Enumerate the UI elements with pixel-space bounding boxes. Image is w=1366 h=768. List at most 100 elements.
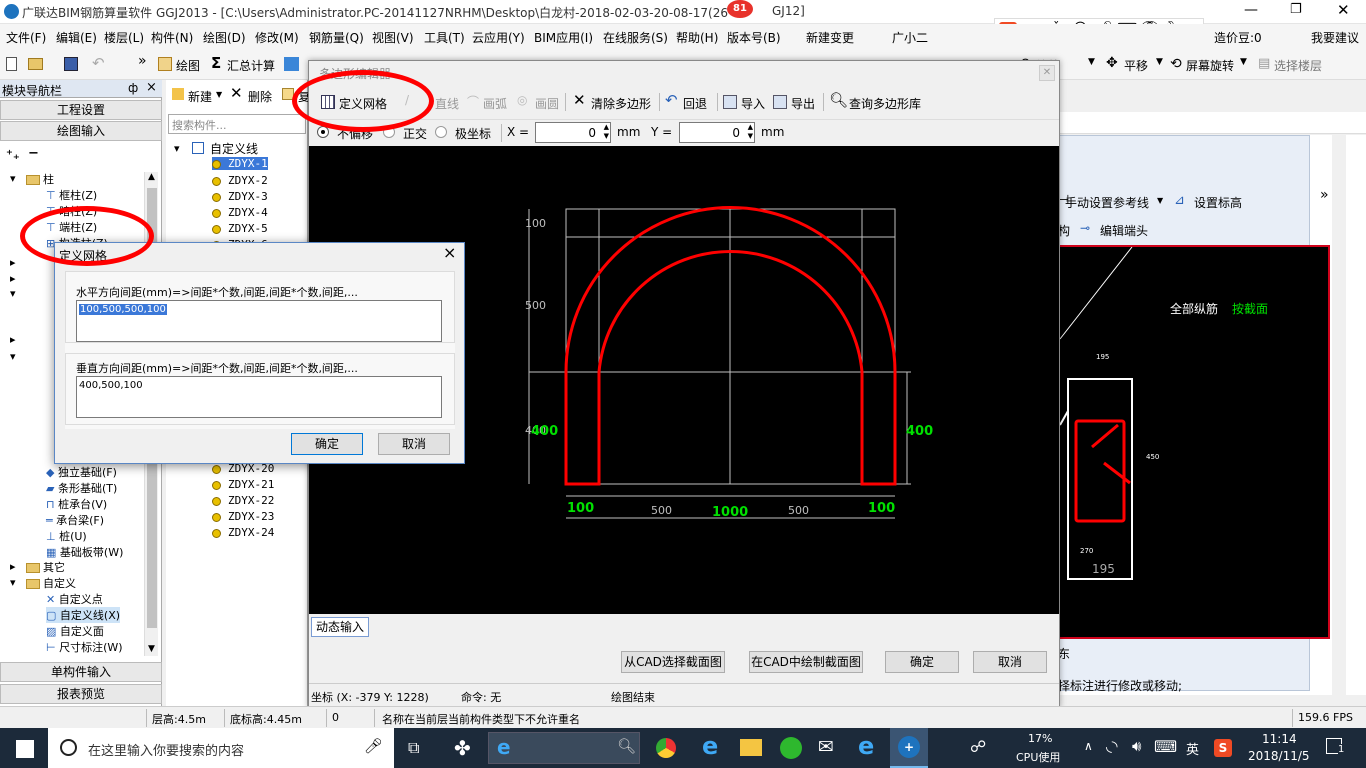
tree-zhu[interactable]: 柱	[26, 171, 54, 187]
cad-select-button[interactable]: 从CAD选择截面图	[621, 651, 725, 673]
glodon-app-icon[interactable]: +	[890, 728, 928, 768]
close-button[interactable]: ✕	[1337, 1, 1350, 19]
notification-badge[interactable]: 81	[727, 0, 753, 18]
more-icon[interactable]: »	[1320, 187, 1329, 203]
nav-report-preview[interactable]: 报表预览	[0, 684, 162, 704]
dropdown-icon[interactable]: ▼	[1240, 57, 1247, 67]
chrome-icon[interactable]	[656, 738, 676, 758]
tray-keyboard-icon[interactable]: ⌨	[1154, 737, 1177, 756]
tray-chevron-icon[interactable]: ∧	[1084, 739, 1093, 753]
green-app-icon[interactable]	[780, 737, 802, 759]
scroll-up-icon[interactable]: ▲	[148, 172, 155, 182]
import-button[interactable]: 导入	[741, 95, 765, 112]
file-explorer-icon[interactable]	[740, 739, 762, 756]
toolbar-calc[interactable]: 汇总计算	[227, 57, 275, 74]
component-item[interactable]: ZDYX-23	[212, 510, 274, 523]
undo-icon[interactable]: ↶	[92, 54, 105, 72]
dynamic-input-tab[interactable]: 动态输入	[311, 617, 369, 637]
menu-version[interactable]: 版本号(B)	[727, 29, 781, 46]
component-item[interactable]: ZDYX-1	[212, 157, 268, 170]
nav-project-settings[interactable]: 工程设置	[0, 100, 162, 120]
component-item[interactable]: ZDYX-5	[212, 222, 268, 235]
circle-tool-button[interactable]: 画圆	[535, 95, 559, 112]
line-tool-button[interactable]: 直线	[435, 95, 459, 112]
menu-modify[interactable]: 修改(M)	[255, 29, 299, 46]
right-scrollbar[interactable]	[1332, 135, 1346, 695]
edit-end-button[interactable]: 编辑端头	[1100, 222, 1148, 239]
menu-new-change[interactable]: 新建变更	[806, 29, 854, 46]
nav-close-icon[interactable]: ×	[146, 80, 157, 95]
component-item[interactable]: ZDYX-3	[212, 190, 268, 203]
tree-toggle-icon[interactable]: ▸	[10, 256, 16, 269]
menu-tools[interactable]: 工具(T)	[424, 29, 465, 46]
tree-duanzhu[interactable]: ⊤ 端柱(Z)	[46, 219, 97, 235]
menu-edit[interactable]: 编辑(E)	[56, 29, 97, 46]
component-item[interactable]: ZDYX-21	[212, 478, 274, 491]
menu-bim[interactable]: BIM应用(I)	[534, 29, 593, 46]
component-item[interactable]: ZDYX-2	[212, 174, 268, 187]
dropdown-icon[interactable]: ▼	[1157, 196, 1163, 205]
task-view-icon[interactable]: ⧉	[408, 738, 419, 758]
dropdown-icon[interactable]: ▼	[1088, 57, 1095, 67]
tree-zidingyi[interactable]: 自定义	[26, 575, 76, 591]
section-canvas[interactable]: 全部纵筋 按截面 195 450 270 195	[1058, 245, 1330, 639]
tree-toggle-icon[interactable]: ▸	[10, 560, 16, 573]
nav-drawing-input[interactable]: 绘图输入	[0, 121, 162, 141]
component-item[interactable]: ZDYX-22	[212, 494, 274, 507]
spin-icon[interactable]: ▲ ▼	[604, 123, 609, 141]
tree-zhuangchengtai[interactable]: ⊓ 桩承台(V)	[46, 496, 107, 512]
clock-time[interactable]: 11:14	[1262, 732, 1297, 746]
tree-anzhu[interactable]: ⊤ 暗柱(Z)	[46, 203, 97, 219]
toolbar-rotate[interactable]: 屏幕旋转	[1186, 57, 1234, 74]
tree-dulijichu[interactable]: ◆ 独立基础(F)	[46, 464, 117, 480]
tree-toggle-icon[interactable]: ▾	[10, 350, 16, 363]
new-file-icon[interactable]	[6, 57, 17, 71]
tree-zidingyixian[interactable]: ▢ 自定义线(X)	[46, 607, 121, 623]
tree-zhuang[interactable]: ⊥ 桩(U)	[46, 528, 87, 544]
export-button[interactable]: 导出	[791, 95, 815, 112]
tree-kuangzhu[interactable]: ⊤ 框柱(Z)	[46, 187, 97, 203]
menu-suggest[interactable]: 我要建议	[1311, 29, 1359, 46]
people-icon[interactable]: ☍	[970, 737, 986, 756]
tree-chicunbiaozhu[interactable]: ⊢ 尺寸标注(W)	[46, 639, 123, 655]
manual-ref-line-button[interactable]: 手动设置参考线	[1065, 194, 1149, 211]
query-library-button[interactable]: 查询多边形库	[849, 95, 921, 112]
tree-toggle-icon[interactable]: ▾	[10, 576, 16, 589]
collapse-all-icon[interactable]: −	[28, 146, 39, 161]
define-grid-button[interactable]: 定义网格	[339, 95, 387, 112]
minimize-button[interactable]: —	[1244, 2, 1258, 18]
toolbar-draw[interactable]: 绘图	[176, 57, 200, 74]
tree-qita[interactable]: 其它	[26, 559, 65, 575]
fan-app-icon[interactable]: ✤	[454, 736, 471, 760]
spin-icon[interactable]: ▲ ▼	[748, 123, 753, 141]
nav-single-input[interactable]: 单构件输入	[0, 662, 162, 682]
x-input[interactable]: 0 ▲ ▼	[535, 122, 611, 143]
restore-button[interactable]: ❐	[1290, 2, 1302, 17]
clear-polygon-button[interactable]: 清除多边形	[591, 95, 651, 112]
component-search-input[interactable]: 搜索构件...	[168, 114, 306, 134]
edge-icon[interactable]: e	[858, 732, 874, 760]
toolbar-select-floor[interactable]: 选择楼层	[1274, 57, 1322, 74]
menu-draw[interactable]: 绘图(D)	[203, 29, 246, 46]
more-icon[interactable]: »	[138, 53, 147, 69]
tree-toggle-icon[interactable]: ▸	[10, 333, 16, 346]
menu-cloud[interactable]: 云应用(Y)	[472, 29, 525, 46]
tree-toggle-icon[interactable]: ▾	[10, 172, 16, 185]
scroll-down-icon[interactable]: ▼	[148, 644, 155, 654]
menu-online[interactable]: 在线服务(S)	[603, 29, 668, 46]
menu-help[interactable]: 帮助(H)	[676, 29, 718, 46]
mic-icon[interactable]: 🎤︎	[364, 737, 383, 755]
tree-zidingyidian[interactable]: ✕ 自定义点	[46, 591, 103, 607]
tree-toggle-icon[interactable]: ▸	[10, 272, 16, 285]
cost-beans[interactable]: 造价豆:0	[1214, 29, 1262, 46]
tree-toggle-icon[interactable]: ▾	[10, 287, 16, 300]
volume-icon[interactable]: 🔊︎	[1132, 737, 1141, 755]
cad-draw-button[interactable]: 在CAD中绘制截面图	[749, 651, 863, 673]
tree-tiaoxingjichu[interactable]: ▰ 条形基础(T)	[46, 480, 117, 496]
tree-jichubandai[interactable]: ▦ 基础板带(W)	[46, 544, 123, 560]
editor-cancel-button[interactable]: 取消	[973, 651, 1047, 673]
tray-ime[interactable]: 英	[1186, 739, 1199, 758]
editor-close-button[interactable]: ✕	[1039, 65, 1055, 81]
save-icon[interactable]	[64, 57, 78, 71]
undo-tool-button[interactable]: 回退	[683, 95, 707, 112]
